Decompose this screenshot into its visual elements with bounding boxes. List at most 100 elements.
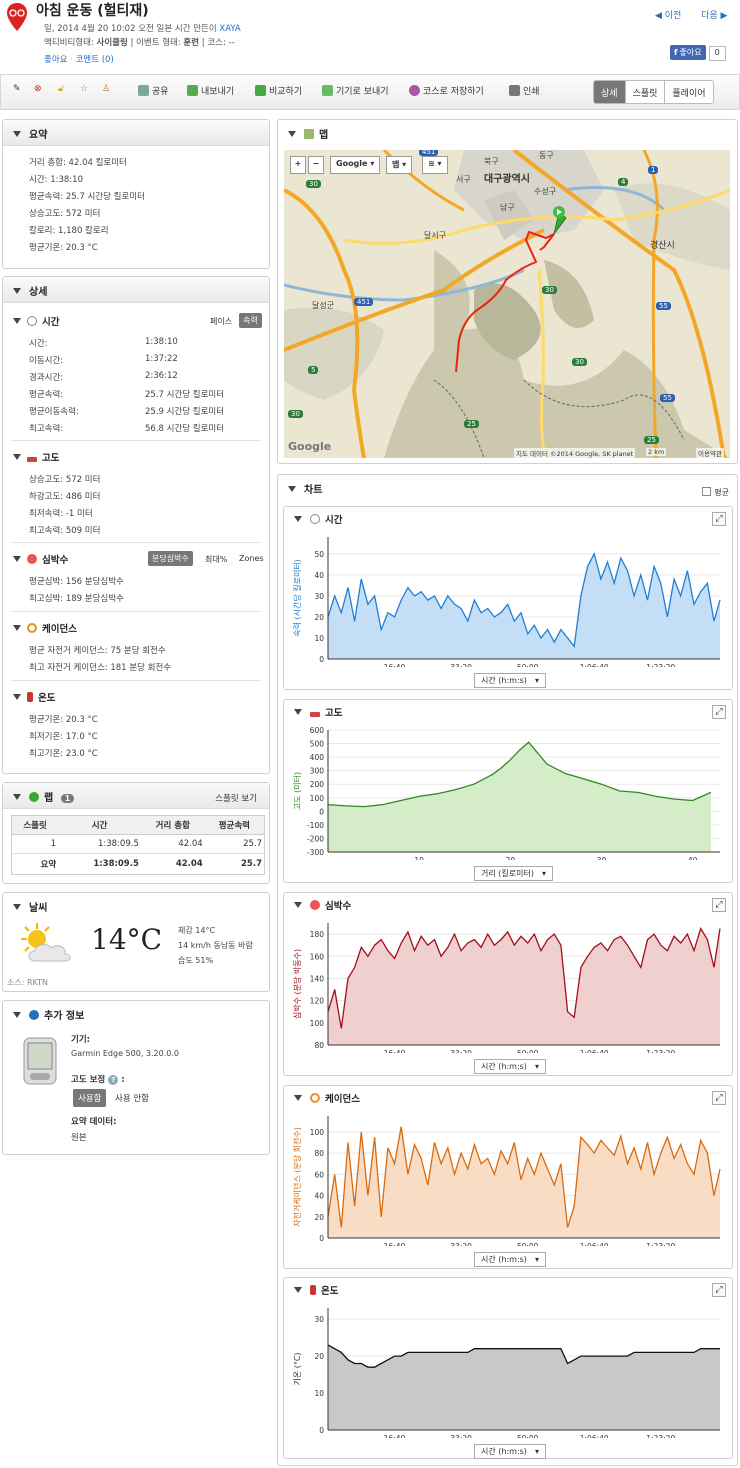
y-tick-label: 60 [314, 1170, 324, 1179]
route-shield: 55 [656, 302, 671, 310]
summary-panel: 요약 거리 총합: 42.04 킬로미터 시간: 1:38:10 평균속력: 2… [2, 119, 270, 269]
map-type-label: 맵 [392, 160, 400, 169]
compare-icon [255, 85, 266, 96]
view-detail-button[interactable]: 상세 [594, 81, 625, 103]
x-axis-select[interactable]: 거리 (킬로미터) [474, 866, 553, 881]
map-terms-link[interactable]: 이용약관 [696, 448, 724, 458]
detail-header[interactable]: 상세 [3, 277, 269, 303]
summary-row: 평균속력: 25.7 시간당 킬로미터 [29, 192, 145, 202]
table-row[interactable]: 1 1:38:09.5 42.04 25.7 [12, 835, 265, 854]
summary-header[interactable]: 요약 [3, 120, 269, 146]
facebook-like-button[interactable]: f 좋아요 [670, 45, 706, 60]
x-tick-label: 33:20 [450, 1049, 472, 1053]
laps-panel: 랩 1 스플릿 보기 스플릿 시간 거리 총합 평균속력 1 1:38:09.5… [2, 782, 270, 884]
x-axis-select[interactable]: 시간 (h:m:s) [474, 1059, 546, 1074]
save-as-course-button[interactable]: 코스로 저장하기 [409, 84, 484, 97]
lap-summary-cell: 요약 [40, 860, 57, 870]
layers-icon: ≋ [428, 159, 435, 168]
weather-header[interactable]: 날씨 [3, 893, 269, 919]
send-to-device-button[interactable]: 기기로 보내기 [322, 84, 389, 97]
route-map[interactable]: + − Google ▾ 맵 ▾ ≋ ▾ 대구광역시 북구 서구 남구 수성구 … [284, 150, 730, 458]
view-player-button[interactable]: 플레이어 [664, 81, 712, 103]
map-label: 서구 [456, 175, 471, 184]
map-type-select[interactable]: 맵 ▾ [386, 156, 413, 174]
compare-button[interactable]: 비교하기 [255, 84, 302, 97]
average-toggle[interactable]: 평균 [702, 487, 729, 498]
edit-icon[interactable]: ✎ [13, 84, 21, 94]
lap-summary-cell: 42.04 [175, 859, 203, 869]
activity-type-value[interactable]: 사이클링 [97, 38, 128, 48]
x-axis-select[interactable]: 시간 (h:m:s) [474, 673, 546, 688]
zoom-in-button[interactable]: + [290, 156, 306, 174]
view-split-button[interactable]: 스플릿 [624, 81, 665, 103]
lock-icon[interactable]: 🔓︎ [58, 84, 64, 94]
delete-icon[interactable]: ⊗ [34, 84, 42, 94]
next-activity-link[interactable]: 다음 ▶ [701, 11, 727, 21]
x-tick-label: 1:23:20 [646, 1049, 675, 1053]
elevation-section-header[interactable]: 고도 [13, 450, 59, 464]
zones-toggle[interactable]: Zones [235, 552, 268, 565]
route-shield: 30 [306, 180, 321, 188]
column-header[interactable]: 평균속력 [204, 815, 265, 835]
speed-toggle[interactable]: 속력 [239, 313, 262, 328]
charts-header[interactable]: 차트 [278, 475, 737, 501]
x-tick-label: 1:23:20 [646, 1242, 675, 1246]
bpm-toggle[interactable]: 분당심박수 [148, 551, 193, 566]
event-type-value[interactable]: 훈련 [183, 38, 199, 48]
activity-title[interactable]: 아침 운동 (헐티재) [36, 0, 149, 20]
elevation-correction-on-button[interactable]: 사용함 [73, 1089, 107, 1107]
temperature-section-header[interactable]: 온도 [13, 690, 55, 704]
map-scale: 2 km [646, 448, 667, 456]
comment-link[interactable]: 코멘트 (0) [76, 55, 114, 65]
map-provider-select[interactable]: Google ▾ [330, 156, 381, 174]
weather-title: 날씨 [29, 903, 48, 914]
x-tick-label: 30 [597, 856, 607, 860]
y-tick-label: 40 [314, 1192, 324, 1201]
lap-cell: 42.04 [178, 839, 203, 849]
heart-rate-section-header[interactable]: 심박수 [13, 552, 68, 566]
time-section-header[interactable]: 시간 [13, 314, 59, 328]
author-link[interactable]: XAYA [219, 24, 240, 34]
pace-toggle[interactable]: 페이스 [206, 314, 236, 329]
cadence-section-header[interactable]: 케이던스 [13, 621, 77, 635]
map-panel: 맵 + − Google ▾ 맵 ▾ ≋ ▾ 대구광역시 북구 서구 남구 수성… [277, 119, 738, 464]
column-header[interactable]: 거리 총합 [140, 815, 205, 835]
x-tick-label: 16:40 [384, 1434, 406, 1438]
elevation-correction-colon: : [121, 1075, 125, 1085]
x-tick-label: 40 [688, 856, 698, 860]
location-pin-icon [7, 3, 27, 31]
x-axis-label: 시간 (h:m:s) [481, 1062, 527, 1071]
y-tick-label: 50 [314, 550, 324, 559]
y-tick-label: 40 [314, 571, 324, 580]
split-view-link[interactable]: 스플릿 보기 [215, 792, 257, 804]
summary-row: 상승고도: 572 미터 [29, 209, 101, 219]
map-layers-button[interactable]: ≋ ▾ [422, 156, 448, 174]
view-switcher: 상세 스플릿 플레이어 [593, 80, 714, 104]
share-button[interactable]: 공유 [138, 84, 169, 97]
elevation-correction-off-button[interactable]: 사용 안함 [111, 1090, 153, 1106]
column-header[interactable]: 스플릿 [11, 815, 59, 835]
max-percent-toggle[interactable]: 최대% [201, 552, 231, 567]
badge-icon[interactable]: ♙ [102, 84, 110, 94]
map-header[interactable]: 맵 [278, 120, 737, 146]
like-link[interactable]: 좋아요 [44, 55, 67, 65]
star-icon[interactable]: ☆ [80, 84, 88, 94]
x-axis-select[interactable]: 시간 (h:m:s) [474, 1444, 546, 1459]
extra-info-header[interactable]: 추가 정보 [3, 1001, 269, 1027]
prev-activity-link[interactable]: ◀ 이전 [655, 11, 681, 21]
time-row-value: 56.8 시간당 킬로미터 [145, 424, 225, 434]
map-provider-label: Google [336, 159, 368, 168]
zoom-out-button[interactable]: − [308, 156, 324, 174]
time-row-value: 1:37:22 [145, 354, 178, 364]
help-icon[interactable]: ? [108, 1075, 119, 1085]
column-header[interactable]: 시간 [58, 815, 141, 835]
lap-summary-cell: 25.7 [241, 859, 262, 869]
laps-summary-row: 요약 1:38:09.5 42.04 25.7 [11, 853, 265, 875]
x-tick-label: 1:06:40 [580, 663, 609, 667]
average-checkbox[interactable] [702, 487, 712, 496]
export-button[interactable]: 내보내기 [187, 84, 234, 97]
y-axis-label: 고도 (미터) [293, 772, 302, 810]
x-axis-select[interactable]: 시간 (h:m:s) [474, 1252, 546, 1267]
elevation-row: 최저속력: -1 미터 [29, 509, 93, 519]
print-button[interactable]: 인쇄 [509, 84, 540, 97]
